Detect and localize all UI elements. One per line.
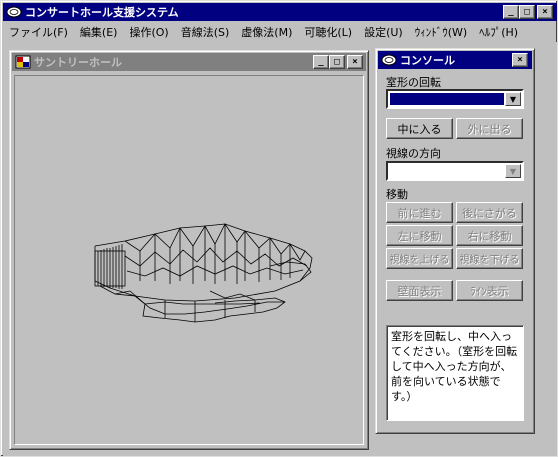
look-down-button[interactable]: 視線を下げる	[456, 248, 523, 269]
app-window-controls: _ □ ×	[503, 5, 553, 19]
minimize-button[interactable]: _	[503, 5, 519, 19]
maximize-icon: □	[524, 6, 530, 17]
app-titlebar[interactable]: コンサートホール支援システム	[3, 3, 557, 21]
close-icon: ×	[542, 6, 548, 17]
hall-close-button[interactable]: ×	[347, 55, 363, 69]
hall-3d-viewport[interactable]	[14, 75, 364, 445]
menu-file[interactable]: ファイル(F)	[3, 23, 74, 40]
menu-settings[interactable]: 設定(U)	[358, 23, 409, 40]
close-button[interactable]: ×	[537, 5, 553, 19]
mdi-client-area: サントリーホール _ □ × コンソール × 室形の回転 ▼ 中に入る 外に出る…	[3, 42, 557, 456]
close-icon: ×	[517, 54, 523, 65]
minimize-icon: _	[508, 6, 514, 17]
chevron-down-icon[interactable]: ▼	[505, 164, 521, 178]
back-button[interactable]: 後にさがる	[456, 202, 523, 223]
rotate-label: 室形の回転	[386, 76, 441, 89]
hall-maximize-button[interactable]: □	[329, 55, 345, 69]
maximize-icon: □	[334, 56, 340, 67]
console-title: コンソール	[400, 54, 455, 67]
exit-button[interactable]: 外に出る	[456, 118, 523, 139]
wall-display-button[interactable]: 壁面表示	[386, 280, 453, 301]
console-close-button[interactable]: ×	[512, 53, 528, 67]
move-label: 移動	[386, 188, 408, 201]
menu-help[interactable]: ﾍﾙﾌﾟ(H)	[473, 23, 524, 40]
move-left-button[interactable]: 左に移動	[386, 225, 453, 246]
console-icon	[381, 54, 397, 66]
look-up-button[interactable]: 視線を上げる	[386, 248, 453, 269]
menu-auralization[interactable]: 可聴化(L)	[298, 23, 358, 40]
hall-window: サントリーホール _ □ ×	[9, 50, 369, 450]
menu-image-method[interactable]: 虚像法(M)	[235, 23, 298, 40]
menu-operate[interactable]: 操作(O)	[123, 23, 174, 40]
hall-minimize-button[interactable]: _	[313, 55, 329, 69]
instruction-message: 室形を回転し、中へ入ってください。（室形を回転して中へ入った方向が、前を向いてい…	[386, 325, 524, 421]
rotate-combobox[interactable]: ▼	[386, 89, 524, 109]
minimize-icon: _	[318, 56, 324, 67]
line-display-button[interactable]: ﾗｲﾝ表示	[456, 280, 523, 301]
app-icon	[6, 6, 22, 18]
chevron-down-icon[interactable]: ▼	[505, 92, 521, 106]
move-right-button[interactable]: 右に移動	[456, 225, 523, 246]
menu-ray-method[interactable]: 音線法(S)	[175, 23, 236, 40]
menu-window[interactable]: ｳｨﾝﾄﾞｳ(W)	[409, 23, 473, 40]
console-window: コンソール × 室形の回転 ▼ 中に入る 外に出る 視線の方向 ▼ 移動 前に進…	[375, 48, 535, 434]
enter-button[interactable]: 中に入る	[386, 118, 453, 139]
menu-bar: ファイル(F) 編集(E) 操作(O) 音線法(S) 虚像法(M) 可聴化(L)…	[3, 22, 557, 41]
rotate-selected-value	[390, 93, 504, 105]
maximize-button[interactable]: □	[519, 5, 535, 19]
console-window-controls: ×	[512, 53, 528, 67]
app-window: コンサートホール支援システム _ □ × ファイル(F) 編集(E) 操作(O)…	[0, 0, 558, 457]
console-titlebar[interactable]: コンソール	[378, 51, 532, 69]
forward-button[interactable]: 前に進む	[386, 202, 453, 223]
direction-combobox[interactable]: ▼	[386, 161, 524, 181]
menu-edit[interactable]: 編集(E)	[74, 23, 124, 40]
hall-title: サントリーホール	[34, 56, 122, 69]
hall-window-icon	[15, 55, 31, 69]
hall-wireframe-model	[94, 223, 313, 323]
app-title: コンサートホール支援システム	[25, 6, 179, 19]
close-icon: ×	[352, 56, 358, 67]
hall-window-controls: _ □ ×	[313, 55, 363, 69]
direction-label: 視線の方向	[386, 147, 441, 160]
